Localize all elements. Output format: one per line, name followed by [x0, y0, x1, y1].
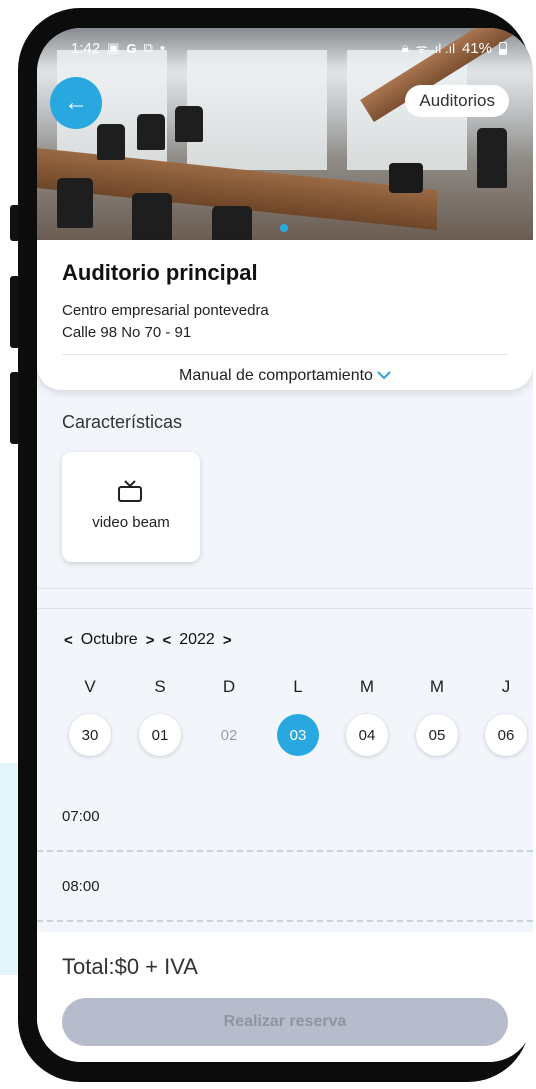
month-label: Octubre	[80, 631, 138, 648]
venue-center: Centro empresarial pontevedra	[62, 302, 269, 319]
section-divider	[37, 588, 533, 589]
day-button[interactable]: 05	[416, 714, 458, 756]
day-button[interactable]: 01	[139, 714, 181, 756]
booking-footer: Total:$0 + IVA Realizar reserva	[37, 932, 533, 1062]
lock-icon: 🔒︎	[401, 40, 409, 55]
battery-icon	[499, 41, 507, 55]
photo-window	[187, 50, 327, 170]
day-button-disabled: 02	[220, 726, 238, 744]
section-divider	[37, 608, 533, 609]
venue-info-card: Auditorio principal Centro empresarial p…	[37, 240, 533, 390]
photo-chair	[97, 124, 125, 160]
weekday-label: M	[429, 677, 445, 696]
prev-month-button[interactable]: <	[64, 632, 73, 649]
photo-chair	[137, 114, 165, 150]
feature-label: video beam	[92, 514, 170, 531]
app-screen: 1:42 ▣ G ⧉ • 🔒︎ ᯤ .ıl .ıl 41% ← Auditori…	[37, 28, 533, 1062]
photo-chair	[212, 206, 252, 240]
signal-icon: ᯤ .ıl .ıl	[415, 41, 455, 56]
day-button[interactable]: 04	[346, 714, 388, 756]
day-button[interactable]: 30	[69, 714, 111, 756]
time-slot-label: 08:00	[62, 878, 100, 895]
venue-title: Auditorio principal	[62, 260, 258, 285]
back-button[interactable]: ←	[50, 77, 102, 129]
day-button[interactable]: 06	[485, 714, 527, 756]
photo-desk-phone	[389, 163, 423, 193]
time-slot-label: 07:00	[62, 808, 100, 825]
weekday-label: D	[222, 677, 236, 696]
battery-percent: 41%	[461, 39, 492, 57]
weekday-label: V	[84, 677, 96, 696]
carousel-indicator	[280, 224, 288, 232]
features-title: Características	[62, 412, 183, 432]
status-bar: 1:42 ▣ G ⧉ • 🔒︎ ᯤ .ıl .ıl 41%	[37, 28, 533, 68]
status-dot: •	[159, 39, 166, 57]
photo-chair	[175, 106, 203, 142]
behavior-manual-label: Manual de comportamiento	[179, 367, 373, 384]
photo-chair	[477, 128, 507, 188]
feature-card-video-beam: video beam	[62, 452, 200, 562]
weekday-label: S	[154, 677, 166, 696]
behavior-manual-toggle[interactable]: Manual de comportamiento	[37, 367, 533, 385]
arrow-left-icon: ←	[64, 89, 88, 116]
year-label: 2022	[179, 631, 215, 648]
tv-icon	[118, 480, 142, 502]
calendar-navigation: < Octubre > < 2022 >	[64, 631, 232, 649]
day-button-selected[interactable]: 03	[277, 714, 319, 756]
prev-year-button[interactable]: <	[162, 632, 171, 649]
venue-address: Calle 98 No 70 - 91	[62, 324, 192, 341]
weekday-label: M	[359, 677, 375, 696]
notification-icon: ⧉	[143, 40, 153, 55]
reserve-button[interactable]: Realizar reserva	[62, 998, 508, 1046]
photo-chair	[57, 178, 93, 228]
next-year-button[interactable]: >	[223, 632, 232, 649]
image-icon: ▣	[107, 40, 120, 55]
divider	[62, 354, 508, 355]
google-icon: G	[126, 40, 137, 56]
time-slot-divider	[37, 850, 533, 852]
weekday-label: L	[293, 677, 303, 696]
chevron-down-icon	[377, 367, 391, 383]
status-time: 1:42	[71, 39, 101, 57]
next-month-button[interactable]: >	[146, 632, 155, 649]
photo-chair	[132, 193, 172, 240]
total-price: Total:$0 + IVA	[62, 954, 198, 979]
time-slot-divider	[37, 920, 533, 922]
weekday-label: J	[501, 677, 511, 696]
category-tag: Auditorios	[405, 85, 509, 117]
